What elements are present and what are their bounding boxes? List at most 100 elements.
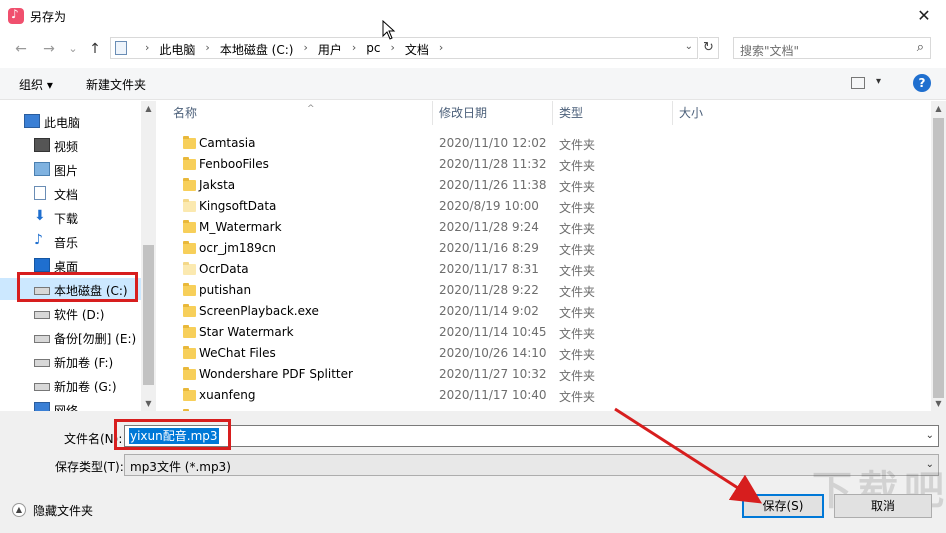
up-arrow-icon[interactable]: ↑: [86, 40, 104, 58]
file-type: 文件夹: [559, 243, 596, 257]
file-row[interactable]: ocr_jm189cn 2020/11/16 8:29 文件夹: [157, 238, 931, 259]
sidebar-item[interactable]: ♪ 音乐: [0, 230, 141, 252]
folder-icon: [183, 283, 196, 296]
sidebar-scroll-up-icon[interactable]: ▲: [141, 101, 156, 116]
file-row[interactable]: ScreenPlayback.exe 2020/11/14 9:02 文件夹: [157, 301, 931, 322]
sidebar-item[interactable]: ⬇ 下载: [0, 206, 141, 228]
sidebar-scroll-thumb[interactable]: [143, 245, 154, 385]
file-type: 文件夹: [559, 348, 596, 362]
file-modified-date: 2020/11/28 11:32: [439, 157, 547, 171]
close-button[interactable]: ✕: [912, 4, 936, 28]
file-type: 文件夹: [559, 264, 596, 278]
folder-icon: [183, 157, 196, 170]
file-row[interactable]: putishan 2020/11/28 9:22 文件夹: [157, 280, 931, 301]
new-folder-button[interactable]: 新建文件夹: [86, 76, 146, 93]
chevron-right-icon: ›: [145, 41, 150, 54]
forward-arrow-icon[interactable]: →: [40, 40, 58, 58]
sidebar-item-label: 新加卷 (G:): [54, 380, 117, 394]
drive-icon: [34, 359, 50, 367]
refresh-button[interactable]: ↻: [699, 37, 719, 59]
sidebar-item[interactable]: 视频: [0, 134, 141, 156]
breadcrumb-item[interactable]: 本地磁盘 (C:): [220, 41, 294, 58]
file-name: WeChat Files: [199, 346, 276, 360]
chevron-right-icon[interactable]: ›: [303, 41, 307, 58]
column-header-modified[interactable]: 修改日期: [433, 101, 553, 125]
folder-icon: [183, 388, 196, 401]
chevron-right-icon[interactable]: ›: [390, 41, 394, 58]
file-row[interactable]: Star Watermark 2020/11/14 10:45 文件夹: [157, 322, 931, 343]
filetype-label: 保存类型(T):: [55, 460, 124, 474]
folder-icon: [183, 262, 196, 275]
address-dropdown-icon[interactable]: ⌄: [685, 41, 693, 52]
file-row[interactable]: xuanfeng 2020/11/17 10:40 文件夹: [157, 385, 931, 406]
file-row[interactable]: OcrData 2020/11/17 8:31 文件夹: [157, 259, 931, 280]
sidebar-item[interactable]: 网络: [0, 398, 141, 411]
file-modified-date: 2020/8/19 10:00: [439, 199, 539, 213]
breadcrumb-item[interactable]: 用户: [318, 41, 342, 58]
annotation-highlight-box: [17, 272, 138, 302]
address-bar[interactable]: › 此电脑 › 本地磁盘 (C:) › 用户 › pc › 文档 › ⌄: [110, 37, 698, 59]
search-input[interactable]: 搜索"文档" ⌕: [733, 37, 931, 59]
file-row[interactable]: FenbooFiles 2020/11/28 11:32 文件夹: [157, 154, 931, 175]
hide-folders-label: 隐藏文件夹: [33, 504, 94, 518]
column-header-type[interactable]: 类型: [553, 101, 673, 125]
sidebar-item[interactable]: 新加卷 (G:): [0, 374, 141, 396]
file-name: Star Watermark: [199, 325, 294, 339]
video-icon: [34, 138, 50, 152]
file-type: 文件夹: [559, 285, 596, 299]
drive-icon: [34, 311, 50, 319]
file-modified-date: 2020/11/17 10:40: [439, 388, 547, 402]
navigation-pane: 此电脑 视频 图片 文档 ⬇ 下载 ♪ 音乐 桌面 本地磁盘 (C:) 软件 (D:) 备份[勿删] …: [0, 101, 156, 411]
hide-folders-toggle[interactable]: ▲ 隐藏文件夹: [12, 502, 112, 518]
sort-ascending-icon: ^: [307, 104, 315, 114]
back-arrow-icon[interactable]: ←: [12, 40, 30, 58]
sidebar-item[interactable]: 文档: [0, 182, 141, 204]
breadcrumb-item[interactable]: pc: [366, 41, 380, 58]
column-header-size[interactable]: 大小: [673, 101, 793, 125]
sidebar-item[interactable]: 图片: [0, 158, 141, 180]
chevron-right-icon[interactable]: ›: [439, 41, 443, 58]
filename-dropdown-icon[interactable]: ⌄: [926, 430, 934, 441]
folder-icon: [183, 178, 196, 191]
organize-menu[interactable]: 组织 ▾: [19, 76, 53, 93]
file-list-scroll-thumb[interactable]: [933, 118, 944, 398]
sidebar-item[interactable]: 新加卷 (F:): [0, 350, 141, 372]
help-icon[interactable]: ?: [913, 74, 931, 92]
recent-locations-chevron-icon[interactable]: ⌄: [64, 40, 82, 58]
view-dropdown-icon[interactable]: ▾: [876, 76, 881, 87]
view-options-icon[interactable]: [851, 77, 865, 89]
sidebar-scroll-down-icon[interactable]: ▼: [141, 396, 156, 411]
save-button[interactable]: 保存(S): [742, 494, 824, 518]
file-row[interactable]: KingsoftData 2020/8/19 10:00 文件夹: [157, 196, 931, 217]
app-music-icon: [8, 7, 24, 24]
file-type: 文件夹: [559, 390, 596, 404]
file-name: Jaksta: [199, 178, 236, 192]
file-row[interactable]: Jaksta 2020/11/26 11:38 文件夹: [157, 175, 931, 196]
sidebar-item[interactable]: 软件 (D:): [0, 302, 141, 324]
filename-field[interactable]: ⌄: [124, 425, 939, 447]
file-scroll-up-icon[interactable]: ▲: [931, 101, 946, 116]
file-type: 文件夹: [559, 159, 596, 173]
chevron-right-icon[interactable]: ›: [205, 41, 209, 58]
file-row[interactable]: WeChat Files 2020/10/26 14:10 文件夹: [157, 343, 931, 364]
music-icon: ♪: [34, 232, 43, 248]
breadcrumb-item[interactable]: 此电脑: [159, 41, 195, 58]
file-scroll-down-icon[interactable]: ▼: [931, 396, 946, 411]
folder-icon: [183, 367, 196, 380]
sidebar-item-label: 音乐: [54, 236, 79, 250]
folder-icon: [183, 325, 196, 338]
file-row[interactable]: M_Watermark 2020/11/28 9:24 文件夹: [157, 217, 931, 238]
cancel-button[interactable]: 取消: [834, 494, 932, 518]
title-bar: 另存为 ✕: [0, 0, 946, 32]
download-icon: ⬇: [34, 208, 46, 224]
sidebar-item[interactable]: 备份[勿删] (E:): [0, 326, 141, 348]
folder-icon: [183, 346, 196, 359]
sidebar-item[interactable]: 此电脑: [0, 110, 141, 132]
file-row[interactable]: Wondershare PDF Splitter 2020/11/27 10:32…: [157, 364, 931, 385]
file-row[interactable]: Camtasia 2020/11/10 12:02 文件夹: [157, 133, 931, 154]
file-modified-date: 2020/11/14 10:45: [439, 325, 547, 339]
breadcrumb-item[interactable]: 文档: [405, 41, 429, 58]
column-header-name[interactable]: ^ 名称: [167, 101, 433, 125]
file-modified-date: 2020/10/26 14:10: [439, 346, 547, 360]
chevron-right-icon[interactable]: ›: [352, 41, 356, 58]
